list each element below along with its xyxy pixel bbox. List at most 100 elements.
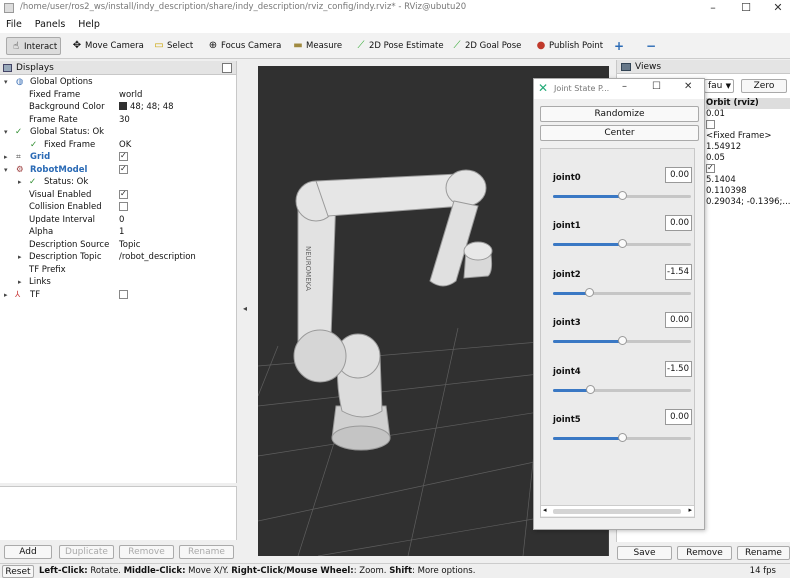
view-checkbox[interactable] xyxy=(706,120,715,129)
tree-row[interactable]: TF Prefix xyxy=(0,264,236,277)
splitter[interactable]: ◂ xyxy=(237,61,256,541)
joint-value-field[interactable]: -1.50 xyxy=(665,361,692,377)
tree-row[interactable]: ✓ Fixed Frame OK xyxy=(0,139,236,152)
tf-checkbox[interactable] xyxy=(119,289,128,299)
joint-value-field[interactable]: 0.00 xyxy=(665,215,692,231)
tree-row[interactable]: Collision Enabled xyxy=(0,201,236,214)
properties-help-panel xyxy=(0,486,237,540)
joint-value-field[interactable]: 0.00 xyxy=(665,312,692,328)
green-arrow-icon: ⟋ xyxy=(357,40,365,51)
zero-button[interactable]: Zero xyxy=(741,79,787,93)
joint-row: joint2 -1.54 xyxy=(541,256,696,304)
tree-row[interactable]: Description Source Topic xyxy=(0,239,236,252)
minimize-icon[interactable]: – xyxy=(622,81,627,92)
slider-handle[interactable] xyxy=(584,288,594,297)
tool-2d-pose-estimate[interactable]: ⟋ 2D Pose Estimate xyxy=(352,37,447,55)
tree-row[interactable]: ▸ ✓ Status: Ok xyxy=(0,176,236,189)
duplicate-button[interactable]: Duplicate xyxy=(59,545,114,559)
scroll-left-icon[interactable]: ◂ xyxy=(543,506,547,514)
tree-row[interactable]: ▸ ⅄ TF xyxy=(0,289,236,302)
tree-row[interactable]: Visual Enabled xyxy=(0,188,236,202)
displays-header: Displays xyxy=(0,61,236,75)
joint-slider[interactable] xyxy=(553,288,691,297)
tree-row[interactable]: Frame Rate 30 xyxy=(0,114,236,127)
tool-publish-point[interactable]: ● Publish Point xyxy=(532,37,606,55)
center-button[interactable]: Center xyxy=(540,125,699,141)
joint-slider[interactable] xyxy=(553,385,691,394)
views-header: Views xyxy=(617,60,790,74)
slider-handle[interactable] xyxy=(618,336,627,345)
tool-2d-goal-pose[interactable]: ⟋ 2D Goal Pose xyxy=(448,37,524,55)
rename-view-button[interactable]: Rename xyxy=(737,546,790,560)
maximize-icon[interactable]: ☐ xyxy=(736,0,756,16)
joint-row: joint5 0.00 xyxy=(541,401,696,449)
tree-row[interactable]: ▾ ⚙ RobotModel xyxy=(0,163,236,177)
robotmodel-checkbox[interactable] xyxy=(119,163,128,175)
close-icon[interactable]: ✕ xyxy=(768,0,788,16)
joint-row: joint1 0.00 xyxy=(541,207,696,255)
focus-camera-icon: ⊕ xyxy=(208,40,218,51)
remove-view-button[interactable]: Remove xyxy=(677,546,732,560)
maximize-icon[interactable]: ☐ xyxy=(652,81,661,92)
save-view-button[interactable]: Save xyxy=(617,546,672,560)
tree-row[interactable]: ▾ ◍ Global Options xyxy=(0,76,236,89)
visual-enabled-checkbox[interactable] xyxy=(119,188,128,200)
horizontal-scrollbar[interactable]: ◂ ▸ xyxy=(541,505,694,516)
joint-value-field[interactable]: 0.00 xyxy=(665,409,692,425)
tree-row[interactable]: ▸ ⌗ Grid xyxy=(0,150,236,164)
scrollbar-thumb[interactable] xyxy=(553,509,681,514)
reset-button[interactable]: Reset xyxy=(2,565,34,578)
add-tool-icon[interactable]: + xyxy=(611,37,627,55)
add-button[interactable]: Add xyxy=(4,545,52,559)
tool-move-camera[interactable]: ✥ Move Camera xyxy=(68,37,147,55)
tf-axes-icon: ⅄ xyxy=(15,289,21,300)
slider-fill xyxy=(553,292,589,295)
joint-slider[interactable] xyxy=(553,336,691,345)
menu-help[interactable]: Help xyxy=(78,16,100,33)
tree-row[interactable]: ▾ ✓ Global Status: Ok xyxy=(0,126,236,139)
joint-state-publisher-window: ✕ Joint State P... – ☐ ✕ Randomize Cente… xyxy=(533,78,705,530)
joint-slider[interactable] xyxy=(553,433,691,442)
joint-slider[interactable] xyxy=(553,191,691,200)
tool-measure[interactable]: ▬ Measure xyxy=(289,37,345,55)
joint-value-field[interactable]: 0.00 xyxy=(665,167,692,183)
tool-interact[interactable]: ☝ Interact xyxy=(6,37,62,55)
slider-handle[interactable] xyxy=(618,191,627,200)
tool-select[interactable]: ▭ Select xyxy=(150,37,196,55)
joint-value-field[interactable]: -1.54 xyxy=(665,264,692,280)
menu-file[interactable]: File xyxy=(6,16,22,33)
randomize-button[interactable]: Randomize xyxy=(540,106,699,122)
joint-slider[interactable] xyxy=(553,239,691,248)
remove-display-button[interactable]: Remove xyxy=(119,545,174,559)
slider-fill xyxy=(553,243,622,246)
view-type-select[interactable]: fau ▼ xyxy=(704,79,734,93)
tool-focus-camera[interactable]: ⊕ Focus Camera xyxy=(204,37,284,55)
close-icon[interactable]: ✕ xyxy=(684,81,692,92)
tree-row[interactable]: Alpha 1 xyxy=(0,226,236,239)
tree-row[interactable]: ▸ Links xyxy=(0,276,236,289)
status-bar: Reset Left-Click: Rotate. Middle-Click: … xyxy=(0,563,790,578)
slider-handle[interactable] xyxy=(618,433,627,442)
collapse-left-icon[interactable]: ◂ xyxy=(243,304,247,313)
grid-checkbox[interactable] xyxy=(119,150,128,163)
minimize-icon[interactable]: – xyxy=(703,0,723,16)
slider-handle[interactable] xyxy=(586,385,596,394)
displays-tree: ▾ ◍ Global Options Fixed Frame world Backgr… xyxy=(0,76,236,301)
remove-tool-icon[interactable]: − xyxy=(643,37,659,55)
slider-fill xyxy=(553,195,622,198)
menu-panels[interactable]: Panels xyxy=(35,16,66,33)
scroll-right-icon[interactable]: ▸ xyxy=(688,506,692,514)
tree-row[interactable]: Background Color 48; 48; 48 xyxy=(0,101,236,114)
undock-icon[interactable] xyxy=(222,63,232,73)
tree-row[interactable]: Update Interval 0 xyxy=(0,214,236,227)
tree-row[interactable]: ▸ Description Topic/robot_description xyxy=(0,251,236,264)
tree-row[interactable]: Fixed Frame world xyxy=(0,89,236,102)
slider-handle[interactable] xyxy=(618,239,627,248)
toolbar: ☝ Interact ✥ Move Camera ▭ Select ⊕ Focus Ca… xyxy=(0,33,790,59)
view-checkbox-checked[interactable] xyxy=(706,162,715,173)
rename-display-button[interactable]: Rename xyxy=(179,545,234,559)
collision-enabled-checkbox[interactable] xyxy=(119,202,128,211)
color-swatch[interactable] xyxy=(119,102,127,110)
rviz-app-icon xyxy=(4,3,14,13)
jsp-titlebar[interactable]: ✕ Joint State P... – ☐ ✕ xyxy=(534,79,704,99)
